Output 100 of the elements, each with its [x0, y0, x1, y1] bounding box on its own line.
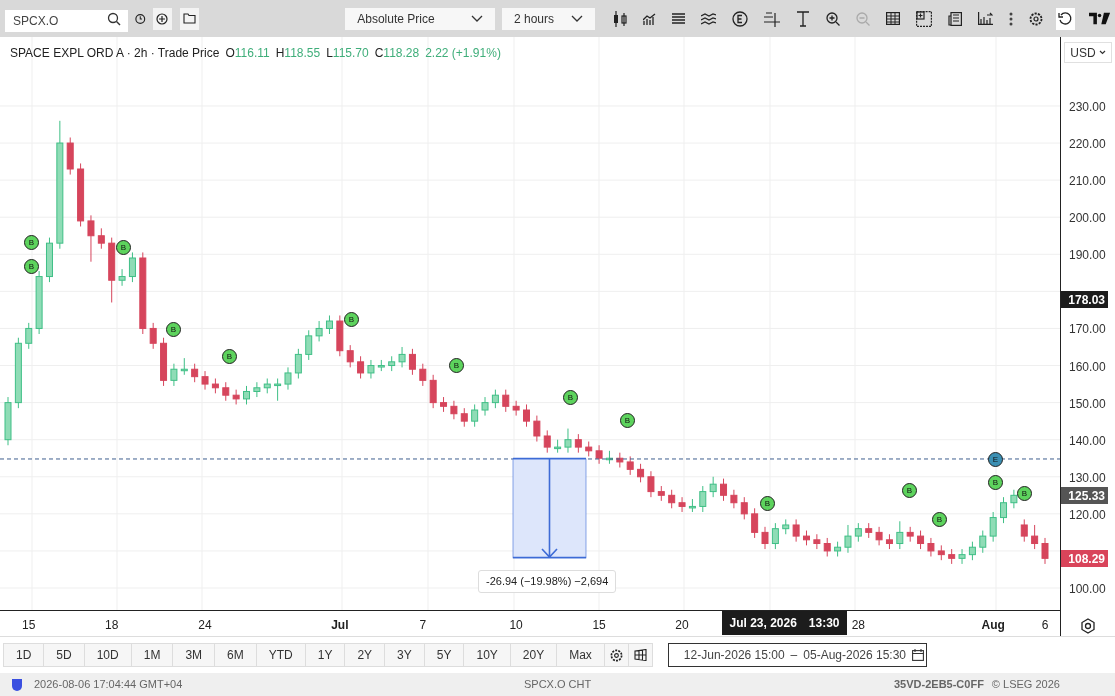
- lines-icon[interactable]: [671, 12, 685, 25]
- price-label: 125.33: [1061, 487, 1108, 504]
- candle: [751, 507, 759, 539]
- candle: [688, 498, 696, 513]
- candle: [336, 314, 344, 357]
- candle: [149, 322, 157, 350]
- candlestick-icon[interactable]: [612, 10, 627, 27]
- buy-marker: B: [563, 390, 578, 405]
- range-button[interactable]: 5D: [43, 644, 84, 666]
- folder-icon[interactable]: [183, 13, 197, 24]
- price-type-dropdown[interactable]: Absolute Price: [345, 7, 495, 30]
- date-range-field[interactable]: 12-Jun-2026 15:00 – 05-Aug-2026 15:30: [667, 643, 927, 667]
- price-tick: 200.00: [1069, 210, 1106, 228]
- settings-icon[interactable]: [1080, 618, 1096, 634]
- clock-icon[interactable]: [135, 12, 146, 25]
- table-icon[interactable]: [885, 12, 900, 25]
- layout-button[interactable]: [628, 643, 653, 667]
- range-button[interactable]: 1D: [4, 644, 44, 666]
- price-tick: 150.00: [1069, 395, 1106, 413]
- range-button[interactable]: 10Y: [463, 644, 510, 666]
- candle: [595, 444, 603, 465]
- settings-icon[interactable]: [609, 648, 623, 662]
- time-tick: 15: [22, 617, 36, 634]
- zoom-in-icon[interactable]: [825, 11, 840, 26]
- candle: [346, 344, 354, 368]
- range-button[interactable]: Max: [556, 644, 604, 666]
- candle: [968, 541, 976, 561]
- legend-value: 118.28: [383, 45, 420, 62]
- price-tick: 230.00: [1069, 98, 1106, 116]
- candle: [87, 214, 95, 263]
- crosshair-icon[interactable]: [763, 10, 780, 27]
- range-button[interactable]: 5Y: [423, 644, 464, 666]
- buy-marker: B: [1017, 486, 1032, 501]
- candle: [1000, 496, 1007, 524]
- add-button[interactable]: [152, 7, 172, 30]
- candle: [502, 389, 510, 413]
- range-button[interactable]: YTD: [255, 644, 305, 666]
- price-tick: 130.00: [1069, 469, 1106, 487]
- candle: [958, 548, 966, 565]
- search-field[interactable]: SPCX.O: [5, 9, 128, 32]
- candle: [367, 359, 375, 379]
- waves-icon[interactable]: [700, 12, 716, 25]
- caret-icon: [570, 14, 583, 23]
- candle: [440, 396, 448, 413]
- event-icon[interactable]: [731, 10, 748, 27]
- buy-marker: B: [620, 413, 635, 428]
- candle: [35, 270, 43, 335]
- candle: [637, 463, 645, 483]
- candle: [25, 322, 33, 350]
- interval-dropdown[interactable]: 2 hours: [502, 7, 595, 30]
- buy-marker: B: [166, 322, 181, 337]
- search-icon[interactable]: [107, 11, 121, 26]
- add-panel-icon[interactable]: [915, 10, 932, 27]
- candle: [450, 400, 458, 420]
- candle: [118, 268, 126, 287]
- range-button[interactable]: 3M: [172, 644, 215, 666]
- calendar-icon[interactable]: [912, 649, 925, 661]
- candle: [66, 137, 74, 176]
- legend-value: 116.11: [234, 45, 270, 62]
- range-button[interactable]: 1M: [130, 644, 173, 666]
- candle: [512, 400, 520, 417]
- currency-dropdown[interactable]: USD: [1064, 42, 1112, 63]
- candle: [771, 522, 779, 550]
- folder-button[interactable]: [179, 7, 200, 30]
- range-button[interactable]: 3Y: [384, 644, 424, 666]
- candle: [834, 541, 842, 557]
- event-marker: E: [988, 452, 1003, 467]
- price-tick: 210.00: [1069, 173, 1106, 191]
- plus-circle-icon[interactable]: [156, 12, 169, 25]
- timestamp: 2026-08-06 17:04:44 GMT+04: [34, 677, 184, 693]
- candle: [533, 415, 541, 443]
- price-tick: 170.00: [1069, 321, 1106, 339]
- candle: [1031, 524, 1039, 550]
- candle: [657, 485, 665, 502]
- more-icon[interactable]: [1008, 11, 1013, 26]
- price-tick: 190.00: [1069, 247, 1106, 265]
- windows-icon[interactable]: [633, 649, 647, 661]
- candle: [720, 478, 728, 502]
- settings-button[interactable]: [604, 643, 629, 667]
- caret-icon: [1098, 50, 1106, 55]
- candle: [813, 533, 821, 550]
- range-button[interactable]: 6M: [214, 644, 256, 666]
- bar-chart-icon[interactable]: [642, 12, 656, 25]
- range-button[interactable]: 10D: [83, 644, 131, 666]
- candle: [875, 526, 883, 546]
- candle: [761, 526, 769, 550]
- news-icon[interactable]: [947, 11, 962, 26]
- candle: [315, 320, 323, 342]
- text-icon[interactable]: [795, 10, 810, 27]
- candle: [222, 381, 230, 402]
- chart-export-icon[interactable]: [977, 12, 993, 25]
- range-button[interactable]: 2Y: [344, 644, 385, 666]
- candle: [294, 348, 302, 379]
- candle: [201, 370, 209, 391]
- legend-key: H: [275, 44, 285, 62]
- range-button[interactable]: 20Y: [509, 644, 557, 666]
- candle: [917, 530, 925, 550]
- settings-icon[interactable]: [1028, 11, 1043, 26]
- candle: [128, 251, 136, 283]
- range-button[interactable]: 1Y: [304, 644, 345, 666]
